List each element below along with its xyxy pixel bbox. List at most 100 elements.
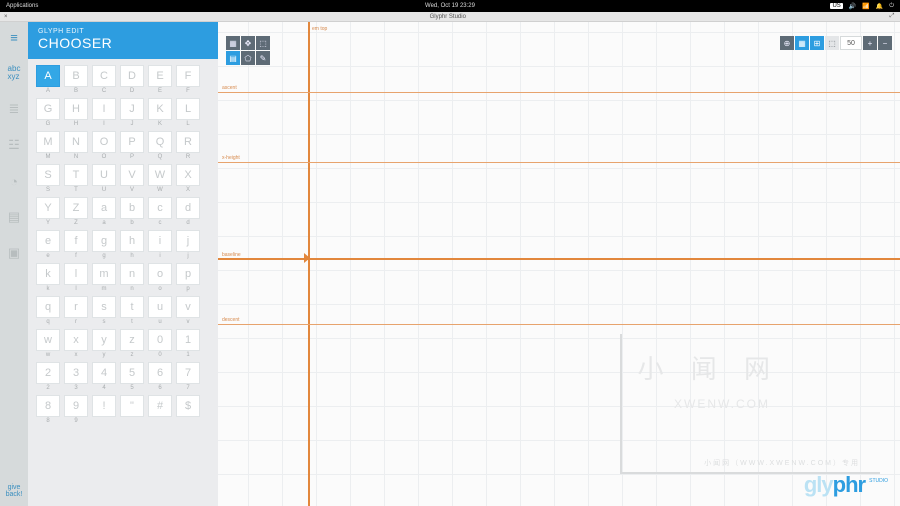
glyph-label: 7 <box>186 385 189 392</box>
glyph-button[interactable]: W <box>148 164 172 186</box>
glyph-button[interactable]: s <box>92 296 116 318</box>
tool-move-icon[interactable]: ✥ <box>241 36 255 50</box>
glyph-button[interactable]: m <box>92 263 116 285</box>
power-icon[interactable]: ⏻ <box>889 3 894 10</box>
glyph-button[interactable]: S <box>36 164 60 186</box>
glyph-button[interactable]: x <box>64 329 88 351</box>
glyph-button[interactable]: 4 <box>92 362 116 384</box>
glyph-button[interactable]: i <box>148 230 172 252</box>
glyph-button[interactable]: u <box>148 296 172 318</box>
glyph-button[interactable]: v <box>176 296 200 318</box>
glyph-button[interactable]: r <box>64 296 88 318</box>
glyph-button[interactable]: f <box>64 230 88 252</box>
glyph-button[interactable]: l <box>64 263 88 285</box>
glyph-button[interactable]: c <box>148 197 172 219</box>
give-back-link[interactable]: give back! <box>6 484 23 498</box>
tool-select-icon[interactable]: ▦ <box>226 36 240 50</box>
glyph-button[interactable]: k <box>36 263 60 285</box>
glyph-button[interactable]: A <box>36 65 60 87</box>
glyph-button[interactable]: R <box>176 131 200 153</box>
glyph-button[interactable]: $ <box>176 395 200 417</box>
glyph-button[interactable]: G <box>36 98 60 120</box>
glyph-button[interactable]: D <box>120 65 144 87</box>
glyph-button[interactable]: 3 <box>64 362 88 384</box>
glyph-button[interactable]: ! <box>92 395 116 417</box>
volume-icon[interactable]: 🔊 <box>849 3 856 10</box>
glyph-button[interactable]: J <box>120 98 144 120</box>
edit-canvas[interactable]: em top ascent x-height baseline descent … <box>218 22 900 506</box>
glyph-button[interactable]: F <box>176 65 200 87</box>
glyph-button[interactable]: B <box>64 65 88 87</box>
glyph-button[interactable]: n <box>120 263 144 285</box>
glyph-button[interactable]: P <box>120 131 144 153</box>
glyph-button[interactable]: 2 <box>36 362 60 384</box>
zoom-in-button[interactable]: + <box>863 36 877 50</box>
glyph-cell: PP <box>120 131 144 161</box>
glyph-button[interactable]: E <box>148 65 172 87</box>
glyph-cell: nn <box>120 263 144 293</box>
rail-layers-icon[interactable]: ≣ <box>5 100 23 118</box>
glyph-button[interactable]: M <box>36 131 60 153</box>
glyph-button[interactable]: K <box>148 98 172 120</box>
rail-guides-icon[interactable]: ▤ <box>5 208 23 226</box>
glyph-button[interactable]: V <box>120 164 144 186</box>
glyph-button[interactable]: q <box>36 296 60 318</box>
glyph-grid-scroll[interactable]: AABBCCDDEEFFGGHHIIJJKKLLMMNNOOPPQQRRSSTT… <box>28 59 218 506</box>
glyph-button[interactable]: T <box>64 164 88 186</box>
wifi-icon[interactable]: 📶 <box>862 3 869 10</box>
view-snap-icon[interactable]: ⊞ <box>810 36 824 50</box>
glyph-button[interactable]: Q <box>148 131 172 153</box>
glyph-button[interactable]: e <box>36 230 60 252</box>
rail-history-icon[interactable]: ◔ <box>5 172 23 190</box>
zoom-value[interactable]: 50 <box>840 36 862 50</box>
glyph-button[interactable]: 6 <box>148 362 172 384</box>
glyph-button[interactable]: " <box>120 395 144 417</box>
glyph-button[interactable]: H <box>64 98 88 120</box>
glyph-button[interactable]: z <box>120 329 144 351</box>
glyph-button[interactable]: X <box>176 164 200 186</box>
glyph-button[interactable]: C <box>92 65 116 87</box>
tool-path-icon[interactable]: ▤ <box>226 51 240 65</box>
glyph-button[interactable]: Y <box>36 197 60 219</box>
hamburger-menu-icon[interactable]: ≡ <box>5 28 23 46</box>
applications-menu[interactable]: Applications <box>6 3 38 9</box>
left-icon-rail: ≡ abc xyz ≣ ☳ ◔ ▤ ▣ give back! <box>0 22 28 506</box>
glyph-button[interactable]: j <box>176 230 200 252</box>
glyph-button[interactable]: w <box>36 329 60 351</box>
rail-shapes-icon[interactable]: ☳ <box>5 136 23 154</box>
view-outline-icon[interactable]: ⬚ <box>825 36 839 50</box>
rail-glyph-chooser-icon[interactable]: abc xyz <box>5 64 23 82</box>
glyph-button[interactable]: 5 <box>120 362 144 384</box>
glyph-button[interactable]: h <box>120 230 144 252</box>
window-maximize-button[interactable]: ⤢ <box>888 13 896 20</box>
glyph-button[interactable]: b <box>120 197 144 219</box>
glyph-button[interactable]: 1 <box>176 329 200 351</box>
glyph-button[interactable]: d <box>176 197 200 219</box>
zoom-out-button[interactable]: − <box>878 36 892 50</box>
keyboard-indicator[interactable]: US <box>830 3 842 9</box>
glyph-button[interactable]: 8 <box>36 395 60 417</box>
glyph-button[interactable]: I <box>92 98 116 120</box>
glyph-button[interactable]: y <box>92 329 116 351</box>
tool-poly-icon[interactable]: ⬠ <box>241 51 255 65</box>
glyph-button[interactable]: t <box>120 296 144 318</box>
glyph-button[interactable]: N <box>64 131 88 153</box>
glyph-button[interactable]: 9 <box>64 395 88 417</box>
glyph-button[interactable]: a <box>92 197 116 219</box>
notification-icon[interactable]: 🔔 <box>876 3 883 10</box>
view-grid-icon[interactable]: ▦ <box>795 36 809 50</box>
glyph-button[interactable]: # <box>148 395 172 417</box>
glyph-button[interactable]: 0 <box>148 329 172 351</box>
tool-rect-icon[interactable]: ⬚ <box>256 36 270 50</box>
glyph-button[interactable]: g <box>92 230 116 252</box>
glyph-button[interactable]: o <box>148 263 172 285</box>
glyph-button[interactable]: L <box>176 98 200 120</box>
glyph-button[interactable]: 7 <box>176 362 200 384</box>
tool-pen-icon[interactable]: ✎ <box>256 51 270 65</box>
glyph-button[interactable]: p <box>176 263 200 285</box>
rail-save-icon[interactable]: ▣ <box>5 244 23 262</box>
glyph-button[interactable]: Z <box>64 197 88 219</box>
glyph-button[interactable]: O <box>92 131 116 153</box>
view-fit-icon[interactable]: ⊕ <box>780 36 794 50</box>
glyph-button[interactable]: U <box>92 164 116 186</box>
